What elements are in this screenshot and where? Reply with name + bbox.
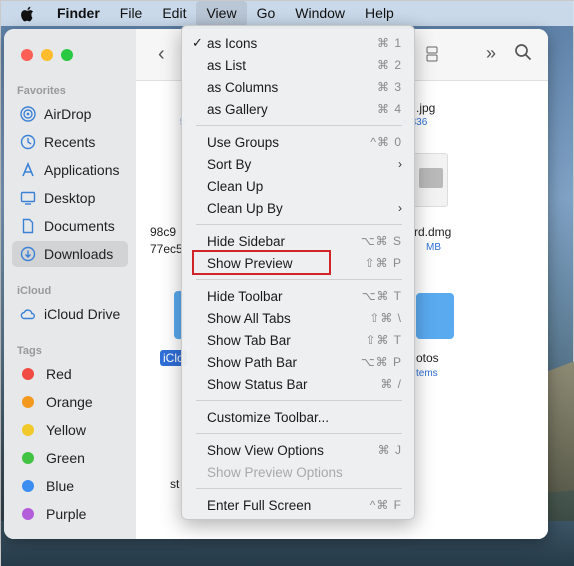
sidebar-tag-orange[interactable]: Orange: [12, 389, 128, 415]
sidebar-tag-green[interactable]: Green: [12, 445, 128, 471]
menu-item-as-columns[interactable]: as Columns ⌘ 3: [188, 76, 410, 98]
menu-item-as-gallery[interactable]: as Gallery ⌘ 4: [188, 98, 410, 120]
cloud-icon: [19, 305, 37, 323]
sidebar-item-label: Applications: [44, 162, 120, 178]
sidebar-tag-blue[interactable]: Blue: [12, 473, 128, 499]
file-name[interactable]: otos: [416, 351, 439, 365]
checkmark-icon: ✓: [192, 35, 203, 50]
download-icon: [19, 245, 37, 263]
minimize-button[interactable]: [41, 49, 53, 61]
menu-item-clean-up[interactable]: Clean Up: [188, 175, 410, 197]
file-name[interactable]: 77ec5: [150, 242, 183, 256]
file-name[interactable]: .jpg: [416, 101, 435, 115]
tag-color-dot: [22, 396, 34, 408]
dmg-file-icon[interactable]: [412, 153, 448, 207]
menubar-go[interactable]: Go: [247, 1, 286, 26]
zoom-button[interactable]: [61, 49, 73, 61]
menubar-file[interactable]: File: [110, 1, 153, 26]
apple-menu[interactable]: [1, 1, 53, 26]
icloud-heading: iCloud: [17, 285, 52, 297]
sidebar-item-documents[interactable]: Documents: [12, 213, 128, 239]
menubar-window[interactable]: Window: [285, 1, 355, 26]
sidebar-item-airdrop[interactable]: AirDrop: [12, 101, 128, 127]
close-button[interactable]: [21, 49, 33, 61]
menu-separator: [196, 224, 402, 225]
sidebar-item-label: Yellow: [46, 422, 86, 438]
sidebar-item-label: Blue: [46, 478, 75, 494]
menu-item-show-all-tabs[interactable]: Show All Tabs ⇧⌘ \: [188, 307, 410, 329]
clock-icon: [19, 133, 37, 151]
sidebar-item-desktop[interactable]: Desktop: [12, 185, 128, 211]
group-icon[interactable]: [426, 45, 438, 63]
back-button[interactable]: ‹: [158, 43, 165, 66]
sidebar-tag-purple[interactable]: Purple: [12, 501, 128, 527]
sidebar-item-label: Downloads: [44, 246, 114, 262]
menu-item-sort-by[interactable]: Sort By ›: [188, 153, 410, 175]
sidebar-item-applications[interactable]: Applications: [12, 157, 128, 183]
chevron-right-icon: ›: [398, 157, 402, 171]
menu-separator: [196, 125, 402, 126]
sidebar-item-icloud-drive[interactable]: iCloud Drive: [12, 301, 128, 327]
document-icon: [19, 217, 37, 235]
sidebar-item-label: Documents: [44, 218, 115, 234]
tag-color-dot: [22, 480, 34, 492]
sidebar-item-label: Desktop: [44, 190, 96, 206]
sidebar-item-recents[interactable]: Recents: [12, 129, 128, 155]
apple-icon: [21, 6, 33, 21]
sidebar-item-label: AirDrop: [44, 106, 92, 122]
item-count: tems: [416, 368, 438, 379]
menubar-edit[interactable]: Edit: [152, 1, 196, 26]
file-name[interactable]: st: [170, 477, 179, 491]
menu-item-as-list[interactable]: as List ⌘ 2: [188, 54, 410, 76]
sidebar-item-label: Red: [46, 366, 72, 382]
menu-separator: [196, 279, 402, 280]
favorites-heading: Favorites: [17, 85, 66, 97]
sidebar-item-label: Recents: [44, 134, 96, 150]
sidebar-item-label: Orange: [46, 394, 93, 410]
menu-separator: [196, 488, 402, 489]
menu-item-as-icons[interactable]: ✓ as Icons ⌘ 1: [188, 32, 410, 54]
file-size: MB: [426, 242, 441, 253]
sidebar-item-downloads[interactable]: Downloads: [12, 241, 128, 267]
tag-color-dot: [22, 452, 34, 464]
menu-separator: [196, 433, 402, 434]
menu-item-hide-sidebar[interactable]: Hide Sidebar ⌥⌘ S: [188, 230, 410, 252]
sidebar: Favorites AirDrop Recents Applications D…: [4, 29, 136, 539]
menu-item-clean-up-by[interactable]: Clean Up By ›: [188, 197, 410, 219]
tag-color-dot: [22, 368, 34, 380]
menu-item-hide-toolbar[interactable]: Hide Toolbar ⌥⌘ T: [188, 285, 410, 307]
menu-item-show-path-bar[interactable]: Show Path Bar ⌥⌘ P: [188, 351, 410, 373]
desktop-icon: [19, 189, 37, 207]
sidebar-item-label: Green: [46, 450, 85, 466]
menu-item-use-groups[interactable]: Use Groups ^⌘ 0: [188, 131, 410, 153]
sidebar-tag-red[interactable]: Red: [12, 361, 128, 387]
sidebar-tag-yellow[interactable]: Yellow: [12, 417, 128, 443]
search-icon[interactable]: [514, 43, 532, 61]
file-name[interactable]: rd.dmg: [414, 225, 451, 239]
tag-color-dot: [22, 424, 34, 436]
menu-item-show-preview-options: Show Preview Options: [207, 464, 343, 480]
menu-separator: [196, 400, 402, 401]
menu-item-show-status-bar[interactable]: Show Status Bar ⌘ /: [188, 373, 410, 395]
airdrop-icon: [19, 105, 37, 123]
menu-item-customize-toolbar[interactable]: Customize Toolbar...: [188, 406, 410, 428]
folder-icon[interactable]: [416, 293, 454, 339]
menu-bar: Finder File Edit View Go Window Help: [1, 1, 574, 26]
menu-item-enter-full-screen[interactable]: Enter Full Screen ^⌘ F: [188, 494, 410, 516]
file-name[interactable]: 98c9: [150, 225, 176, 239]
menu-item-show-tab-bar[interactable]: Show Tab Bar ⇧⌘ T: [188, 329, 410, 351]
chevron-right-icon: ›: [398, 201, 402, 215]
more-toolbar-items-icon[interactable]: »: [486, 43, 496, 64]
menu-item-show-view-options[interactable]: Show View Options ⌘ J: [188, 439, 410, 461]
menubar-help[interactable]: Help: [355, 1, 404, 26]
applications-icon: [19, 161, 37, 179]
tag-color-dot: [22, 508, 34, 520]
sidebar-item-label: Purple: [46, 506, 87, 522]
sidebar-item-label: iCloud Drive: [44, 306, 121, 322]
annotation-highlight-box: [192, 250, 331, 275]
window-controls: [21, 49, 73, 61]
menubar-finder[interactable]: Finder: [53, 1, 110, 26]
menubar-view[interactable]: View: [196, 1, 247, 26]
tags-heading: Tags: [17, 345, 42, 357]
